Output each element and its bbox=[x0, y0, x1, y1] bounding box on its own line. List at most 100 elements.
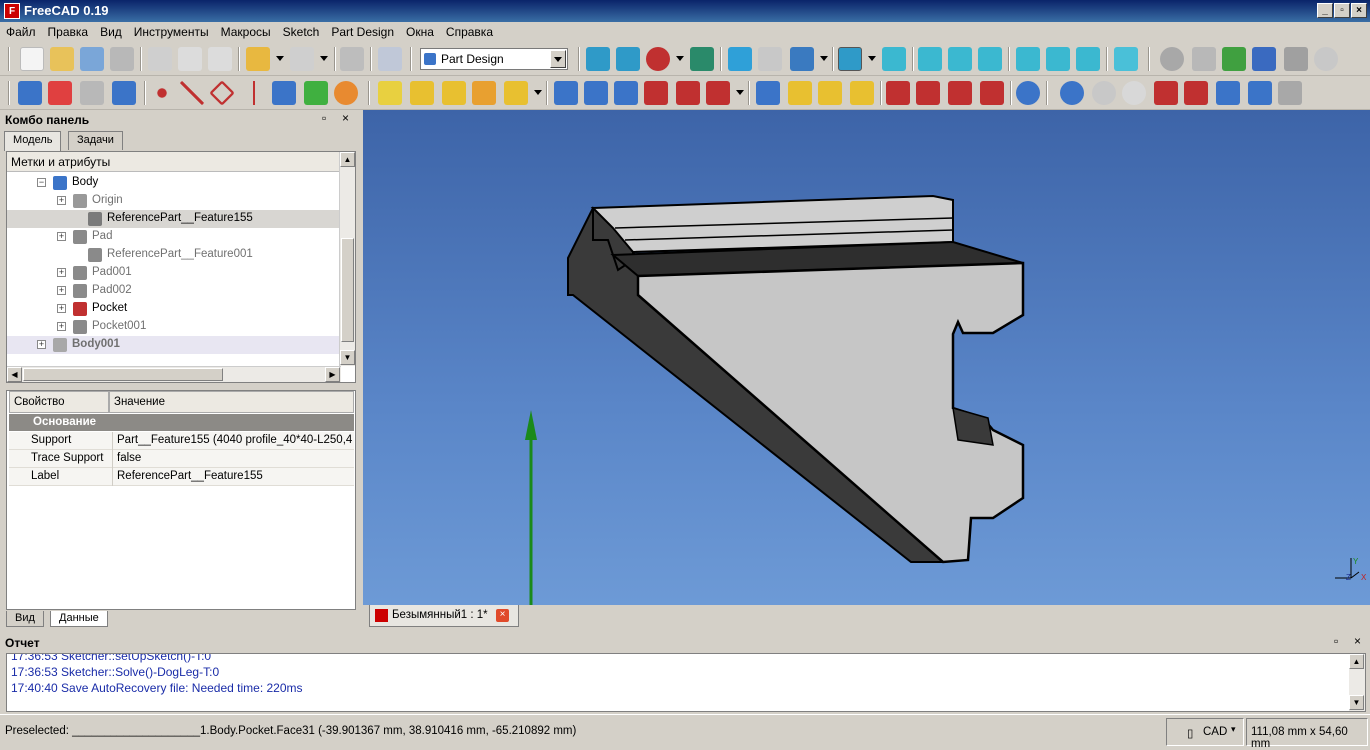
thickness-icon[interactable] bbox=[980, 81, 1004, 105]
tree-expander-icon[interactable]: + bbox=[37, 340, 46, 349]
tree-expander-icon[interactable]: − bbox=[37, 178, 46, 187]
menu-windows[interactable]: Окна bbox=[400, 22, 440, 42]
forward-arrow-icon[interactable] bbox=[758, 47, 782, 71]
menu-edit[interactable]: Правка bbox=[42, 22, 95, 42]
close-button[interactable]: × bbox=[1351, 3, 1367, 18]
tree-expander-icon[interactable]: + bbox=[57, 286, 66, 295]
close-report-icon[interactable]: × bbox=[1354, 634, 1361, 648]
fit-selection-icon[interactable] bbox=[616, 47, 640, 71]
menu-sketch[interactable]: Sketch bbox=[277, 22, 326, 42]
menu-file[interactable]: Файл bbox=[0, 22, 42, 42]
chamfer-icon[interactable] bbox=[916, 81, 940, 105]
datum-plane-icon[interactable] bbox=[209, 80, 235, 106]
whats-this-icon[interactable] bbox=[378, 47, 402, 71]
tree-item[interactable]: + Origin bbox=[7, 192, 340, 210]
new-document-icon[interactable] bbox=[20, 47, 44, 71]
polar-pattern-icon[interactable] bbox=[818, 81, 842, 105]
report-log[interactable]: 17:36:53 Sketcher::setUpSketch()-T:0 17:… bbox=[6, 653, 1366, 712]
property-value[interactable]: Part__Feature155 (4040 profile_40*40-L25… bbox=[117, 434, 353, 446]
restore-button[interactable]: ▫ bbox=[1334, 3, 1350, 18]
sketch-merge-icon[interactable] bbox=[1248, 81, 1272, 105]
scroll-down-icon[interactable]: ▼ bbox=[1349, 695, 1364, 710]
diamond-icon[interactable] bbox=[1192, 47, 1216, 71]
property-row-label[interactable]: Label ReferencePart__Feature155 bbox=[9, 468, 354, 486]
isometric-view-icon[interactable] bbox=[882, 47, 906, 71]
right-view-icon[interactable] bbox=[978, 47, 1002, 71]
float-report-icon[interactable]: ▫ bbox=[1334, 634, 1338, 648]
datum-line-icon[interactable] bbox=[180, 81, 204, 105]
additive-dropdown-icon[interactable] bbox=[534, 90, 542, 95]
sketch-validate-icon[interactable] bbox=[1184, 81, 1208, 105]
sketch-view-section-icon[interactable] bbox=[1278, 81, 1302, 105]
tree-item[interactable]: + Pocket bbox=[7, 300, 340, 318]
tree-item[interactable]: + Pad bbox=[7, 228, 340, 246]
shape-binder-icon[interactable] bbox=[272, 81, 296, 105]
validate-sketch-icon[interactable] bbox=[80, 81, 104, 105]
tab-data[interactable]: Данные bbox=[50, 611, 108, 627]
sketcher-new-icon[interactable] bbox=[1060, 81, 1084, 105]
menu-macro[interactable]: Макросы bbox=[215, 22, 277, 42]
save-icon[interactable] bbox=[80, 47, 104, 71]
menu-tools[interactable]: Инструменты bbox=[128, 22, 215, 42]
menu-part-design[interactable]: Part Design bbox=[325, 22, 400, 42]
sync-view-dropdown-icon[interactable] bbox=[820, 56, 828, 61]
linear-pattern-icon[interactable] bbox=[788, 81, 812, 105]
property-value[interactable]: ReferencePart__Feature155 bbox=[117, 470, 353, 482]
link-icon[interactable] bbox=[1284, 47, 1308, 71]
menu-help[interactable]: Справка bbox=[440, 22, 499, 42]
scroll-left-icon[interactable]: ◀ bbox=[7, 367, 22, 382]
sync-view-icon[interactable] bbox=[790, 47, 814, 71]
sketch-edit-icon[interactable] bbox=[1092, 81, 1116, 105]
datum-point-icon[interactable] bbox=[150, 81, 174, 105]
toolbar-handle[interactable] bbox=[8, 47, 10, 71]
3d-viewport[interactable]: Z Y X bbox=[363, 110, 1370, 605]
local-coordinate-icon[interactable] bbox=[242, 81, 266, 105]
property-group-base[interactable]: Основание bbox=[9, 414, 354, 431]
loft-icon[interactable] bbox=[442, 81, 466, 105]
property-column-header[interactable]: Свойство bbox=[9, 391, 109, 413]
additive-primitive-icon[interactable] bbox=[504, 81, 528, 105]
scroll-right-icon[interactable]: ▶ bbox=[325, 367, 340, 382]
scroll-thumb[interactable] bbox=[341, 238, 354, 342]
menu-view[interactable]: Вид bbox=[94, 22, 128, 42]
draw-style-icon[interactable] bbox=[646, 47, 670, 71]
navigation-style-selector[interactable]: ▯ CAD ▾ bbox=[1166, 718, 1244, 746]
document-tab[interactable]: Безымянный1 : 1* × bbox=[369, 605, 519, 627]
tree-item[interactable]: + Body001 bbox=[7, 336, 340, 354]
scroll-up-icon[interactable]: ▲ bbox=[1349, 654, 1364, 669]
tree-expander-icon[interactable]: + bbox=[57, 232, 66, 241]
bottom-view-icon[interactable] bbox=[1046, 47, 1070, 71]
tree-item[interactable]: − Body bbox=[7, 174, 340, 192]
open-folder-icon[interactable] bbox=[50, 47, 74, 71]
tab-model[interactable]: Модель bbox=[4, 131, 62, 151]
tree-item[interactable]: + Pad001 bbox=[7, 264, 340, 282]
groove-icon[interactable] bbox=[614, 81, 638, 105]
tree-expander-icon[interactable]: + bbox=[57, 268, 66, 277]
back-arrow-icon[interactable] bbox=[728, 47, 752, 71]
pocket-icon[interactable] bbox=[554, 81, 578, 105]
tree-expander-icon[interactable]: + bbox=[57, 322, 66, 331]
tab-tasks[interactable]: Задачи bbox=[68, 131, 123, 150]
subtractive-primitive-icon[interactable] bbox=[706, 81, 730, 105]
link-group-icon[interactable] bbox=[1252, 47, 1276, 71]
workbench-selector[interactable]: Part Design bbox=[420, 48, 568, 70]
copy-icon[interactable] bbox=[178, 47, 202, 71]
hole-icon[interactable] bbox=[584, 81, 608, 105]
front-view-icon[interactable] bbox=[918, 47, 942, 71]
tree-horizontal-scrollbar[interactable]: ◀ ▶ bbox=[7, 366, 341, 382]
float-panel-icon[interactable]: ▫ bbox=[322, 111, 326, 125]
report-scrollbar[interactable]: ▲ ▼ bbox=[1349, 654, 1365, 711]
sweep-icon[interactable] bbox=[472, 81, 496, 105]
link-sub-icon[interactable] bbox=[1314, 47, 1338, 71]
subshape-binder-icon[interactable] bbox=[304, 81, 328, 105]
mirrored-icon[interactable] bbox=[756, 81, 780, 105]
subtractive-loft-icon[interactable] bbox=[644, 81, 668, 105]
top-view-icon[interactable] bbox=[948, 47, 972, 71]
zoom-icon[interactable] bbox=[838, 47, 862, 71]
paste-icon[interactable] bbox=[208, 47, 232, 71]
redo-dropdown-icon[interactable] bbox=[320, 56, 328, 61]
property-value[interactable]: false bbox=[117, 452, 353, 464]
rear-view-icon[interactable] bbox=[1016, 47, 1040, 71]
scroll-thumb[interactable] bbox=[23, 368, 223, 381]
fillet-icon[interactable] bbox=[886, 81, 910, 105]
